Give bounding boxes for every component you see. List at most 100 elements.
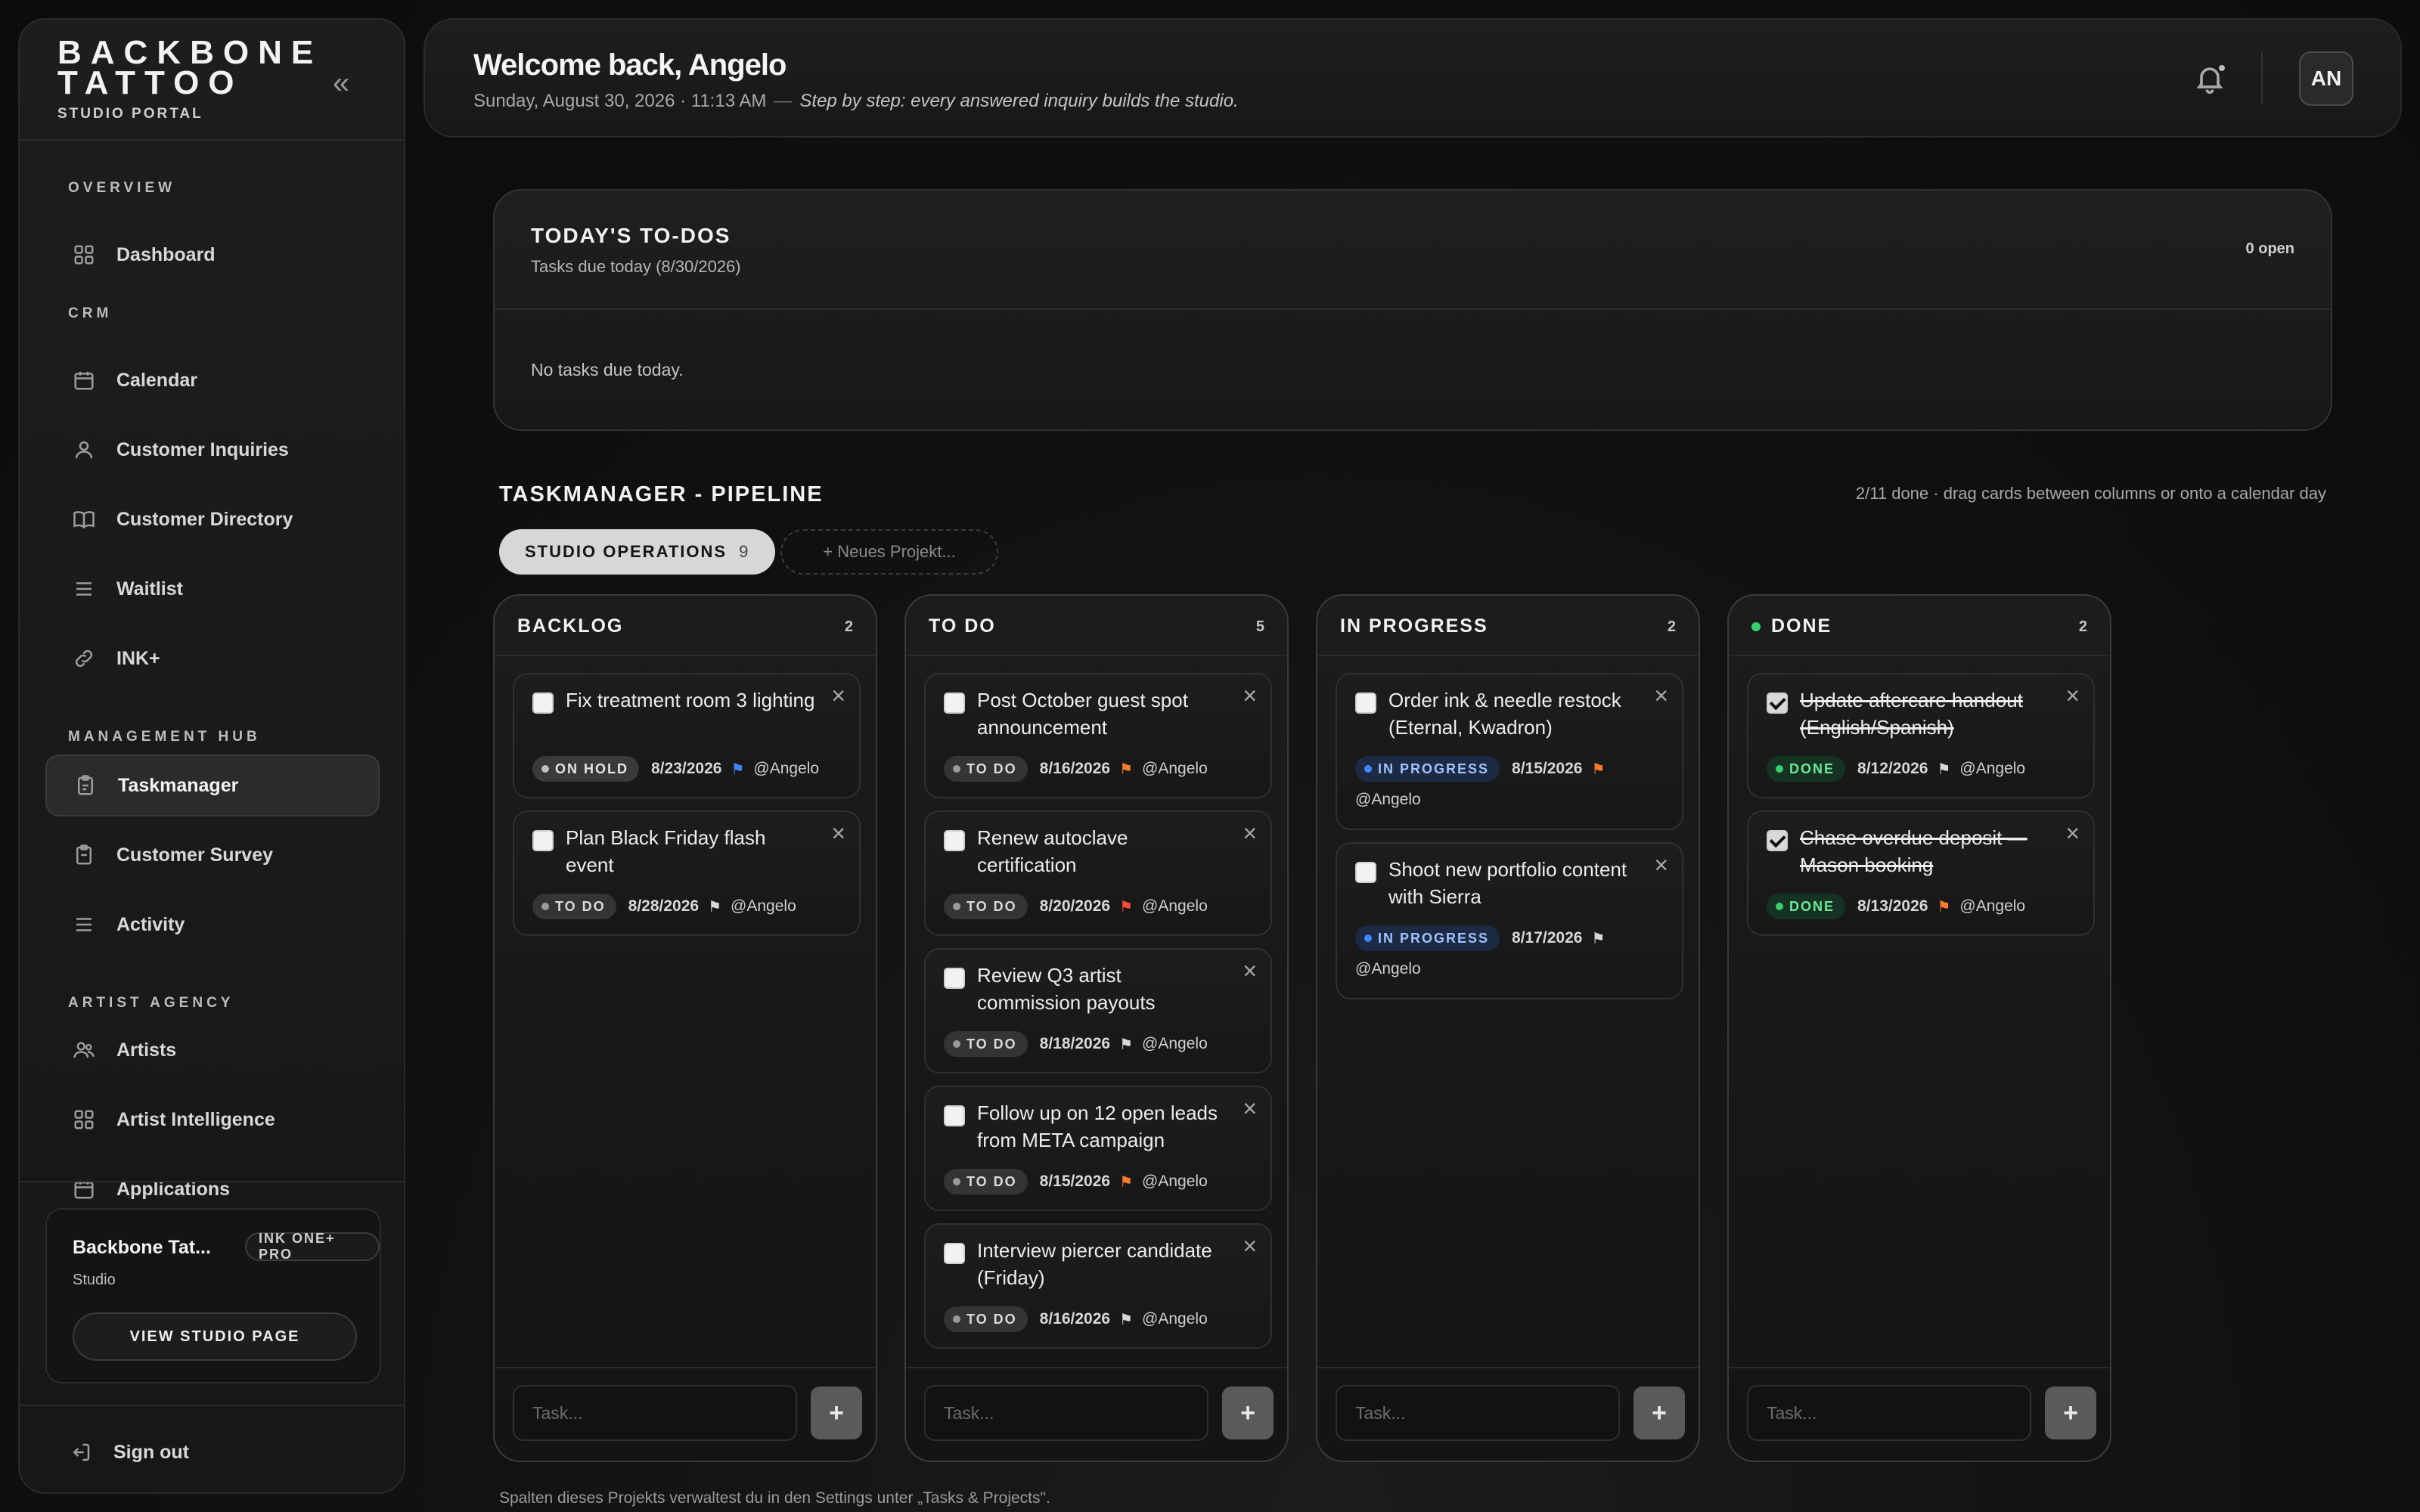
column-header: BACKLOG 2 xyxy=(495,596,876,656)
sidebar-item-artist-intelligence[interactable]: Artist Intelligence xyxy=(45,1089,380,1151)
task-checkbox[interactable] xyxy=(1355,862,1376,883)
sign-out-button[interactable]: Sign out xyxy=(70,1441,189,1464)
notifications-button[interactable] xyxy=(2193,62,2226,95)
task-title: Review Q3 artist commission payouts xyxy=(977,964,1156,1014)
project-tab-studio-operations[interactable]: STUDIO OPERATIONS 9 xyxy=(499,529,776,575)
status-label: TO DO xyxy=(966,898,1017,914)
section-crm: CRM xyxy=(68,305,113,321)
delete-task-icon[interactable]: × xyxy=(1243,959,1257,983)
delete-task-icon[interactable]: × xyxy=(1243,1234,1257,1258)
status-badge: TO DO xyxy=(944,1306,1028,1332)
new-project-button[interactable]: + Neues Projekt... xyxy=(780,529,998,575)
sidebar-item-label: Waitlist xyxy=(116,578,183,600)
due-date: 8/23/2026 xyxy=(651,760,722,777)
task-title: Follow up on 12 open leads from META cam… xyxy=(977,1101,1218,1151)
task-title: Shoot new portfolio content with Sierra xyxy=(1388,858,1627,908)
column-footer: + xyxy=(906,1367,1287,1461)
sidebar-item-taskmanager[interactable]: Taskmanager xyxy=(45,754,380,816)
sidebar-item-ink-plus[interactable]: INK+ xyxy=(45,627,380,689)
sidebar-divider xyxy=(20,1181,404,1182)
delete-task-icon[interactable]: × xyxy=(1243,683,1257,708)
column-title-text: BACKLOG xyxy=(517,615,624,637)
task-card[interactable]: Renew autoclave certification × TO DO 8/… xyxy=(924,810,1272,936)
column-in-progress[interactable]: IN PROGRESS 2 + Order ink & needle resto… xyxy=(1316,594,1700,1462)
header-subline: Sunday, August 30, 2026 · 11:13 AM — Step … xyxy=(473,91,1239,112)
assignee: @Angelo xyxy=(1142,1035,1208,1052)
priority-flag-icon: ⚑ xyxy=(1591,930,1606,947)
delete-task-icon[interactable]: × xyxy=(1654,683,1668,708)
task-card[interactable]: Fix treatment room 3 lighting × ON HOLD … xyxy=(513,673,861,798)
new-task-input[interactable] xyxy=(1336,1385,1620,1441)
add-task-button[interactable]: + xyxy=(1222,1387,1274,1439)
sidebar-divider xyxy=(20,139,404,141)
delete-task-icon[interactable]: × xyxy=(1243,1096,1257,1120)
sidebar-item-customer-survey[interactable]: Customer Survey xyxy=(45,824,380,886)
task-checkbox[interactable] xyxy=(532,830,554,851)
task-checkbox[interactable] xyxy=(944,692,965,714)
new-task-input[interactable] xyxy=(924,1385,1208,1441)
assignee: @Angelo xyxy=(1142,1310,1208,1328)
add-task-button[interactable]: + xyxy=(2045,1387,2096,1439)
delete-task-icon[interactable]: × xyxy=(1654,853,1668,877)
task-checkbox[interactable] xyxy=(1767,692,1788,714)
column-title: TO DO xyxy=(929,615,996,637)
notification-dot xyxy=(2217,64,2226,73)
column-backlog[interactable]: BACKLOG 2 + Fix treatment room 3 lightin… xyxy=(493,594,877,1462)
task-checkbox[interactable] xyxy=(532,692,554,714)
collapse-sidebar-icon[interactable]: « xyxy=(322,67,360,104)
task-checkbox[interactable] xyxy=(944,830,965,851)
status-dot xyxy=(1364,765,1372,773)
priority-flag-icon: ⚑ xyxy=(1119,898,1134,916)
task-checkbox[interactable] xyxy=(1355,692,1376,714)
delete-task-icon[interactable]: × xyxy=(2065,683,2080,708)
avatar[interactable]: AN xyxy=(2299,51,2353,106)
sidebar-item-label: Artists xyxy=(116,1039,177,1061)
sidebar-item-customer-inquiries[interactable]: Customer Inquiries xyxy=(45,419,380,481)
delete-task-icon[interactable]: × xyxy=(1243,821,1257,845)
task-checkbox[interactable] xyxy=(1767,830,1788,851)
sidebar-item-waitlist[interactable]: Waitlist xyxy=(45,558,380,620)
assignee: @Angelo xyxy=(1959,760,2026,777)
column-done[interactable]: DONE 2 + Update aftercare handout (Engli… xyxy=(1727,594,2111,1462)
task-meta: TO DO 8/16/2026 ⚑ @Angelo xyxy=(944,756,1261,782)
task-meta: IN PROGRESS 8/17/2026 ⚑ @Angelo xyxy=(1355,925,1673,978)
studio-name: Backbone Tat... xyxy=(73,1237,211,1258)
task-meta: IN PROGRESS 8/15/2026 ⚑ @Angelo xyxy=(1355,756,1673,809)
task-title: Update aftercare handout (English/Spanis… xyxy=(1800,689,2023,739)
brand-logo[interactable]: BACKBONE TATTOO STUDIO PORTAL xyxy=(57,36,313,122)
plan-badge: INK ONE+ PRO xyxy=(245,1231,380,1262)
task-card[interactable]: Order ink & needle restock (Eternal, Kwa… xyxy=(1336,673,1683,830)
task-checkbox[interactable] xyxy=(944,1105,965,1126)
sidebar-item-artists[interactable]: Artists xyxy=(45,1019,380,1081)
delete-task-icon[interactable]: × xyxy=(831,683,845,708)
task-card[interactable]: Plan Black Friday flash event × TO DO 8/… xyxy=(513,810,861,936)
task-card[interactable]: Update aftercare handout (English/Spanis… xyxy=(1747,673,2095,798)
task-card[interactable]: Review Q3 artist commission payouts × TO… xyxy=(924,948,1272,1074)
section-management-hub: MANAGEMENT HUB xyxy=(68,729,261,745)
column-title-text: IN PROGRESS xyxy=(1340,615,1488,637)
sidebar-item-dashboard[interactable]: Dashboard xyxy=(45,224,380,286)
sidebar-item-calendar[interactable]: Calendar xyxy=(45,349,380,411)
task-checkbox[interactable] xyxy=(944,968,965,989)
task-card[interactable]: Follow up on 12 open leads from META cam… xyxy=(924,1086,1272,1211)
priority-flag-icon: ⚑ xyxy=(1119,1036,1134,1053)
status-label: TO DO xyxy=(966,1036,1017,1052)
task-card[interactable]: Post October guest spot announcement × T… xyxy=(924,673,1272,798)
task-title: Plan Black Friday flash event xyxy=(566,826,766,876)
sidebar-item-activity[interactable]: Activity xyxy=(45,894,380,956)
new-task-input[interactable] xyxy=(513,1385,797,1441)
task-card[interactable]: Interview piercer candidate (Friday) × T… xyxy=(924,1223,1272,1349)
view-studio-page-button[interactable]: VIEW STUDIO PAGE xyxy=(73,1312,357,1361)
add-task-button[interactable]: + xyxy=(1634,1387,1685,1439)
delete-task-icon[interactable]: × xyxy=(831,821,845,845)
column-to-do[interactable]: TO DO 5 + Post October guest spot announ… xyxy=(904,594,1289,1462)
add-task-button[interactable]: + xyxy=(811,1387,862,1439)
studio-role: Studio xyxy=(73,1272,116,1288)
new-task-input[interactable] xyxy=(1747,1385,2031,1441)
due-date: 8/18/2026 xyxy=(1039,1035,1111,1052)
task-card[interactable]: Shoot new portfolio content with Sierra … xyxy=(1336,842,1683,999)
delete-task-icon[interactable]: × xyxy=(2065,821,2080,845)
sidebar-item-customer-directory[interactable]: Customer Directory xyxy=(45,488,380,550)
task-checkbox[interactable] xyxy=(944,1243,965,1264)
task-card[interactable]: Chase overdue deposit — Mason booking × … xyxy=(1747,810,2095,936)
